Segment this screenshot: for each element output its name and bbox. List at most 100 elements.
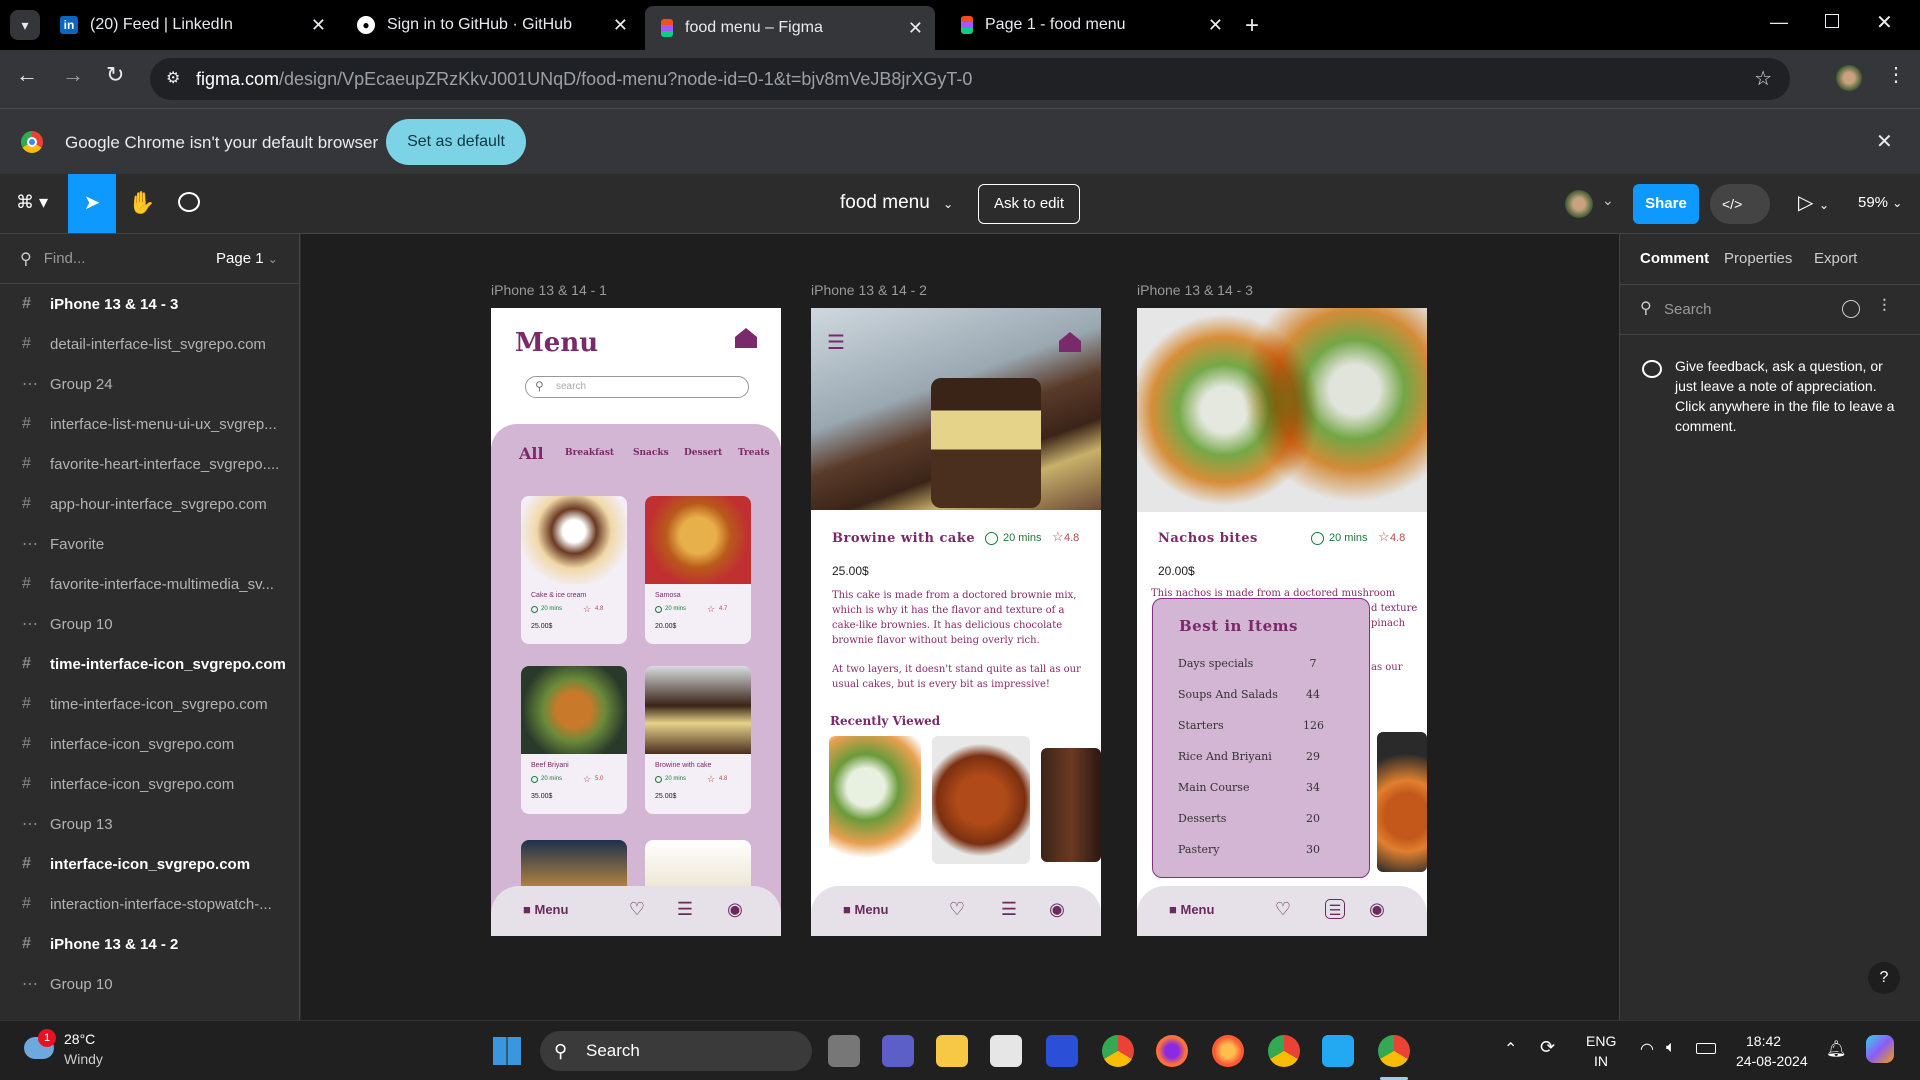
food-card[interactable]: Cake & ice cream 20 mins ☆ 4.8 25.00$ — [521, 496, 627, 644]
chevron-up-icon[interactable]: ⌃ — [1504, 1039, 1517, 1059]
settings-sliders-icon[interactable]: ⫶ — [1882, 296, 1887, 317]
best-item-name[interactable]: Days specials — [1178, 657, 1253, 670]
notification-bell-icon[interactable]: 🔔︎ — [1826, 1039, 1846, 1059]
ask-to-edit-button[interactable]: Ask to edit — [978, 184, 1080, 224]
best-item-name[interactable]: Desserts — [1178, 812, 1226, 825]
volume-icon[interactable]: 🔈︎ — [1666, 1039, 1676, 1057]
close-icon[interactable]: ✕ — [311, 15, 326, 36]
recent-item-jars[interactable] — [1041, 748, 1101, 862]
help-button[interactable]: ? — [1868, 962, 1900, 994]
chevron-down-icon[interactable]: ⌄ — [1602, 192, 1614, 209]
firefox-icon[interactable] — [1156, 1035, 1188, 1067]
best-item-name[interactable]: Soups And Salads — [1178, 688, 1278, 701]
frame-label[interactable]: iPhone 13 & 14 - 3 — [1137, 282, 1253, 298]
nav-menu-item[interactable]: ■ Menu — [523, 902, 568, 917]
nav-menu-item[interactable]: ■ Menu — [1169, 902, 1214, 917]
wifi-icon[interactable]: ◠ — [1640, 1039, 1654, 1059]
nav-menu-item[interactable]: ■ Menu — [843, 902, 888, 917]
layer-item[interactable]: ⋯ Group 10 — [0, 964, 299, 1004]
list-icon[interactable]: ☰ — [1325, 899, 1345, 919]
layer-item[interactable]: # iPhone 13 & 14 - 2 — [0, 924, 299, 964]
recent-item-nachos[interactable] — [829, 736, 921, 864]
tab-export[interactable]: Export — [1814, 250, 1857, 267]
tab-search-button[interactable]: ▾ — [10, 10, 40, 40]
tab-properties[interactable]: Properties — [1724, 250, 1792, 267]
tab-linkedin[interactable]: in (20) Feed | LinkedIn ✕ — [48, 6, 338, 44]
frame-label[interactable]: iPhone 13 & 14 - 2 — [811, 282, 927, 298]
layer-item[interactable]: # interface-list-menu-ui-ux_svgrep... — [0, 404, 299, 444]
close-window-button[interactable]: ✕ — [1876, 10, 1893, 35]
layer-item[interactable]: ⋯ Group 24 — [0, 364, 299, 404]
food-card[interactable]: Samosa 20 mins ☆ 4.7 20.00$ — [645, 496, 751, 644]
back-button[interactable]: ← — [16, 62, 38, 88]
figma-main-menu[interactable]: ⌘ ▾ — [16, 192, 48, 213]
tab-comment[interactable]: Comment — [1640, 250, 1709, 267]
windows-start-icon[interactable] — [493, 1037, 521, 1065]
layer-item[interactable]: ⋯ Group 10 — [0, 604, 299, 644]
site-info-icon[interactable]: ⚙ — [166, 68, 180, 88]
layer-item[interactable]: # interface-icon_svgrepo.com — [0, 724, 299, 764]
chrome-icon[interactable] — [1268, 1035, 1300, 1067]
figma-canvas[interactable]: iPhone 13 & 14 - 1 Menu ⚲ search All Brea… — [301, 234, 1619, 1020]
layer-item[interactable]: # interface-icon_svgrepo.com — [0, 844, 299, 884]
share-button[interactable]: Share — [1633, 184, 1699, 224]
close-icon[interactable]: ✕ — [613, 15, 628, 36]
address-bar[interactable]: ⚙ figma.com/design/VpEcaeupZRzKkvJ001UNq… — [150, 58, 1790, 100]
tab-github[interactable]: ● Sign in to GitHub · GitHub ✕ — [345, 6, 640, 44]
lang-2[interactable]: IN — [1594, 1053, 1608, 1069]
minimize-button[interactable]: — — [1770, 12, 1788, 33]
layer-item[interactable]: # time-interface-icon_svgrepo.com — [0, 644, 299, 684]
close-icon[interactable]: ✕ — [908, 18, 923, 39]
comment-tool-icon[interactable] — [178, 192, 200, 212]
heart-icon[interactable]: ♡ — [627, 899, 647, 919]
layer-item[interactable]: ⋯ Favorite — [0, 524, 299, 564]
list-icon[interactable]: ☰ — [999, 899, 1019, 919]
collaborator-avatar[interactable] — [1565, 190, 1593, 218]
search-input[interactable]: ⚲ search — [525, 376, 749, 398]
category-tab[interactable]: Breakfast — [565, 448, 614, 458]
store-icon[interactable] — [990, 1035, 1022, 1067]
battery-icon[interactable] — [1696, 1043, 1716, 1054]
dev-mode-toggle[interactable]: </> — [1710, 184, 1770, 224]
frame-label[interactable]: iPhone 13 & 14 - 1 — [491, 282, 607, 298]
layer-item[interactable]: # time-interface-icon_svgrepo.com — [0, 684, 299, 724]
layer-item[interactable]: # favorite-heart-interface_svgrepo.... — [0, 444, 299, 484]
teams-icon[interactable] — [882, 1035, 914, 1067]
category-tab[interactable]: Snacks — [633, 448, 669, 458]
file-name-menu[interactable]: food menu ⌄ — [840, 192, 953, 214]
move-tool[interactable]: ➤ — [68, 174, 116, 233]
recent-item-noodles[interactable] — [932, 736, 1030, 864]
clock-date[interactable]: 24-08-2024 — [1736, 1053, 1808, 1069]
best-item-name[interactable]: Main Course — [1178, 781, 1249, 794]
page-selector[interactable]: Page 1 ⌄ — [216, 250, 278, 267]
chrome-icon[interactable] — [1102, 1035, 1134, 1067]
task-view-icon[interactable] — [828, 1035, 860, 1067]
layer-item[interactable]: # detail-interface-list_svgrepo.com — [0, 324, 299, 364]
taskbar-search[interactable]: ⚲ Search — [540, 1031, 812, 1071]
food-card[interactable]: Beef Briyani 20 mins ☆ 5.0 35.00$ — [521, 666, 627, 814]
app-icon[interactable] — [1046, 1035, 1078, 1067]
frame-menu-screen[interactable]: Menu ⚲ search All Breakfast Snacks Dessert T… — [491, 308, 781, 936]
restore-button[interactable] — [1825, 14, 1839, 28]
tab-figma-active[interactable]: food menu – Figma ✕ — [645, 6, 935, 50]
comment-search-input[interactable]: Search — [1664, 301, 1712, 318]
layer-item[interactable]: # interface-icon_svgrepo.com — [0, 764, 299, 804]
profile-icon[interactable]: ◉ — [1047, 899, 1067, 919]
list-icon[interactable]: ☰ — [675, 899, 695, 919]
food-card[interactable]: Browine with cake 20 mins ☆ 4.8 25.00$ — [645, 666, 751, 814]
layer-item[interactable]: # iPhone 13 & 14 - 3 — [0, 284, 299, 324]
recent-item-curry[interactable] — [1377, 732, 1427, 872]
category-tab[interactable]: Treats — [738, 448, 770, 458]
chrome-menu-icon[interactable]: ⋮ — [1886, 62, 1906, 87]
frame-popup-screen[interactable]: Nachos bites 20 mins ☆ 4.8 20.00$ This n… — [1137, 308, 1427, 936]
set-default-button[interactable]: Set as default — [386, 119, 526, 165]
layer-item[interactable]: # app-hour-interface_svgrepo.com — [0, 484, 299, 524]
profile-icon[interactable]: ◉ — [1367, 899, 1387, 919]
tab-figma-page[interactable]: Page 1 - food menu ✕ — [945, 6, 1235, 44]
chrome-icon-active[interactable] — [1378, 1035, 1410, 1067]
forward-button[interactable]: → — [62, 62, 84, 88]
category-tab[interactable]: Dessert — [684, 448, 722, 458]
profile-icon[interactable]: ◉ — [725, 899, 745, 919]
sync-icon[interactable]: ⟳ — [1540, 1037, 1555, 1058]
layer-item[interactable]: ⋯ Group 13 — [0, 804, 299, 844]
